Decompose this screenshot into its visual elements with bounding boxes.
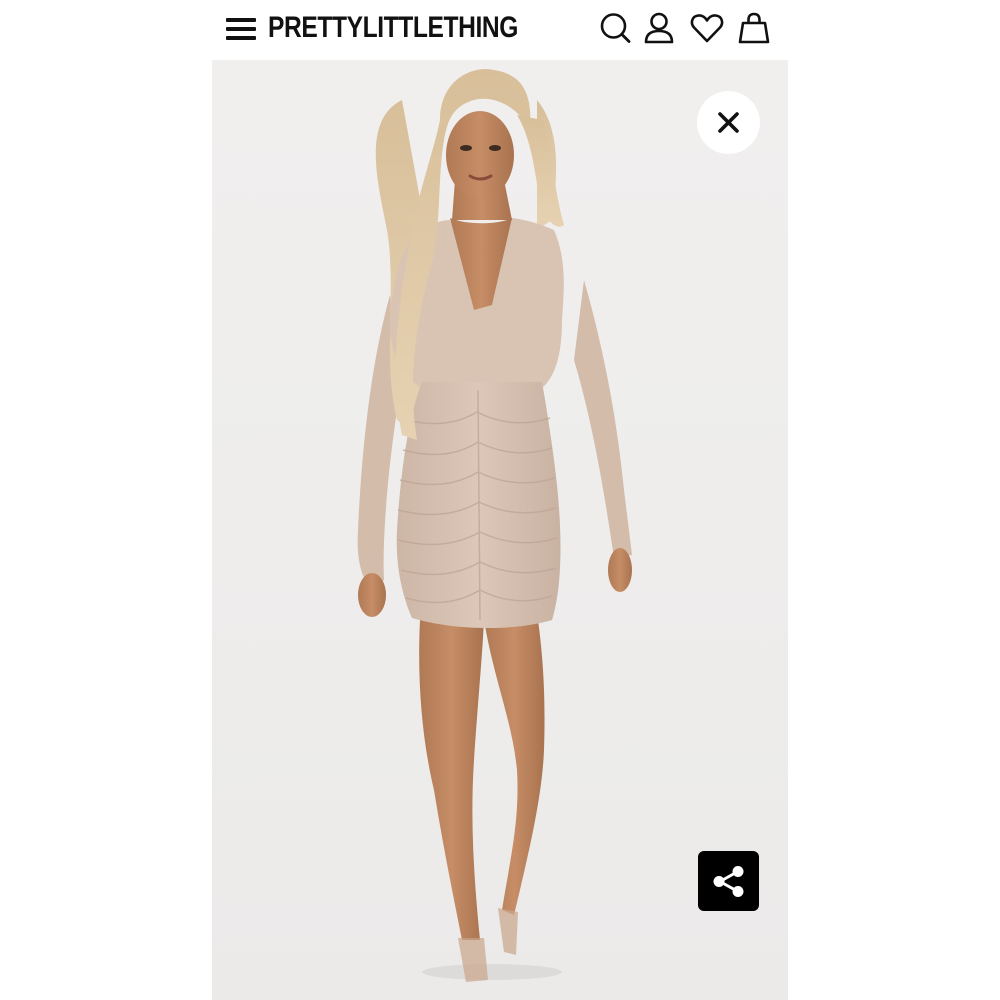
wishlist-heart-icon[interactable] — [689, 10, 725, 46]
shopping-bag-icon[interactable] — [736, 10, 772, 46]
brand-logo[interactable]: PRETTYLITTLETHING — [268, 10, 518, 46]
account-icon[interactable] — [641, 10, 677, 46]
product-page: PRETTYLITTLETHING — [0, 0, 1000, 1000]
share-button[interactable] — [698, 851, 759, 911]
product-image[interactable] — [212, 60, 788, 1000]
menu-icon[interactable] — [224, 14, 258, 44]
close-icon — [718, 112, 739, 133]
search-icon[interactable] — [598, 10, 634, 46]
site-header: PRETTYLITTLETHING — [0, 0, 1000, 58]
close-button[interactable] — [697, 91, 760, 154]
share-icon — [713, 866, 744, 897]
